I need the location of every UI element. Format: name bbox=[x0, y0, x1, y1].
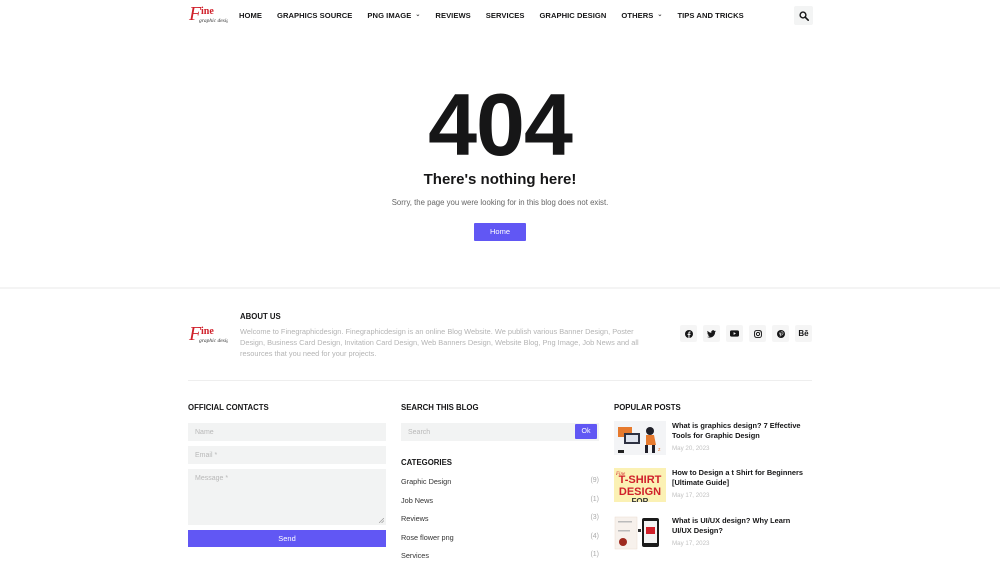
facebook-link[interactable] bbox=[680, 325, 697, 342]
search-blog-title: SEARCH THIS BLOG bbox=[401, 403, 479, 412]
post-date: May 17, 2023 bbox=[672, 492, 710, 499]
instagram-link[interactable] bbox=[749, 325, 766, 342]
svg-text:graphic design: graphic design bbox=[199, 338, 228, 344]
popular-post[interactable]: What is UI/UX design? Why Learn UI/UX De… bbox=[614, 516, 814, 552]
popular-post[interactable]: Fine T-SHIRT DESIGN FOR How to Design a … bbox=[614, 468, 814, 504]
twitter-icon bbox=[707, 329, 716, 338]
category-item[interactable]: Rose flower png (4) bbox=[401, 533, 599, 552]
footer-logo[interactable]: F ine graphic design bbox=[188, 323, 232, 347]
svg-text:FOR: FOR bbox=[632, 497, 649, 502]
home-button[interactable]: Home bbox=[474, 223, 526, 241]
search-icon bbox=[798, 10, 809, 21]
search-button[interactable] bbox=[794, 6, 813, 25]
post-title[interactable]: What is UI/UX design? Why Learn UI/UX De… bbox=[672, 516, 812, 536]
youtube-link[interactable] bbox=[726, 325, 743, 342]
nav-graphics-source[interactable]: GRAPHICS SOURCE bbox=[277, 11, 352, 20]
social-links: Bē bbox=[680, 325, 812, 342]
about-text: Welcome to Finegraphicdesign. Finegraphi… bbox=[240, 327, 639, 359]
about-title: ABOUT US bbox=[240, 312, 281, 321]
category-list: Graphic Design (9) Job News (1) Reviews (3)… bbox=[401, 477, 599, 570]
svg-text:T-SHIRT: T-SHIRT bbox=[619, 474, 662, 486]
nav-graphic-design[interactable]: GRAPHIC DESIGN bbox=[539, 11, 606, 20]
post-date: May 20, 2023 bbox=[672, 445, 710, 452]
resize-handle-icon[interactable] bbox=[379, 518, 384, 523]
youtube-icon bbox=[730, 330, 739, 337]
instagram-icon bbox=[753, 329, 762, 338]
nav-services[interactable]: SERVICES bbox=[486, 11, 525, 20]
name-field[interactable]: Name bbox=[188, 423, 386, 441]
category-item[interactable]: Reviews (3) bbox=[401, 514, 599, 533]
main-nav: HOME GRAPHICS SOURCE PNG IMAGE ⌄ REVIEWS … bbox=[239, 0, 759, 31]
svg-text:ine: ine bbox=[201, 326, 214, 337]
nav-tips-and-tricks[interactable]: TIPS AND TRICKS bbox=[677, 11, 743, 20]
site-footer: F ine graphic design ABOUT US Welcome to… bbox=[0, 287, 1000, 563]
pinterest-link[interactable] bbox=[772, 325, 789, 342]
error-section: 404 There's nothing here! Sorry, the pag… bbox=[0, 31, 1000, 287]
category-item[interactable]: Graphic Design (9) bbox=[401, 477, 599, 496]
chevron-down-icon: ⌄ bbox=[415, 12, 421, 18]
error-title: There's nothing here! bbox=[423, 171, 577, 188]
site-header: F ine graphic design HOME GRAPHICS SOURC… bbox=[0, 0, 1000, 31]
pinterest-icon bbox=[776, 329, 785, 338]
footer-divider bbox=[188, 380, 812, 381]
post-thumbnail: Fine T-SHIRT DESIGN FOR bbox=[614, 468, 666, 502]
categories-title: CATEGORIES bbox=[401, 458, 452, 467]
nav-others[interactable]: OTHERS ⌄ bbox=[621, 11, 662, 20]
post-thumbnail: z bbox=[614, 421, 666, 455]
popular-post[interactable]: z What is graphics design? 7 Effective T… bbox=[614, 421, 814, 457]
contacts-title: OFFICIAL CONTACTS bbox=[188, 403, 269, 412]
post-date: May 17, 2023 bbox=[672, 540, 710, 547]
blog-search-input[interactable]: Search bbox=[401, 423, 599, 441]
svg-text:ine: ine bbox=[201, 6, 214, 17]
send-button[interactable]: Send bbox=[188, 530, 386, 547]
category-item[interactable]: Job News (1) bbox=[401, 496, 599, 515]
search-ok-button[interactable]: Ok bbox=[575, 424, 597, 439]
error-message: Sorry, the page you were looking for in … bbox=[391, 198, 609, 207]
message-field[interactable]: Message * bbox=[188, 469, 386, 525]
post-title[interactable]: How to Design a t Shirt for Beginners [U… bbox=[672, 468, 812, 488]
svg-text:graphic design: graphic design bbox=[199, 18, 228, 24]
behance-link[interactable]: Bē bbox=[795, 325, 812, 342]
error-code: 404 bbox=[428, 75, 573, 174]
email-field[interactable]: Email * bbox=[188, 446, 386, 464]
post-title[interactable]: What is graphics design? 7 Effective Too… bbox=[672, 421, 812, 441]
twitter-link[interactable] bbox=[703, 325, 720, 342]
nav-png-image[interactable]: PNG IMAGE ⌄ bbox=[367, 11, 420, 20]
behance-icon: Bē bbox=[798, 329, 809, 338]
nav-reviews[interactable]: REVIEWS bbox=[435, 11, 470, 20]
category-item[interactable]: Services (1) bbox=[401, 551, 599, 570]
chevron-down-icon: ⌄ bbox=[657, 12, 663, 18]
popular-posts-title: POPULAR POSTS bbox=[614, 403, 681, 412]
facebook-icon bbox=[684, 329, 693, 338]
nav-home[interactable]: HOME bbox=[239, 11, 262, 20]
post-thumbnail bbox=[614, 516, 666, 550]
site-logo[interactable]: F ine graphic design bbox=[188, 3, 232, 27]
